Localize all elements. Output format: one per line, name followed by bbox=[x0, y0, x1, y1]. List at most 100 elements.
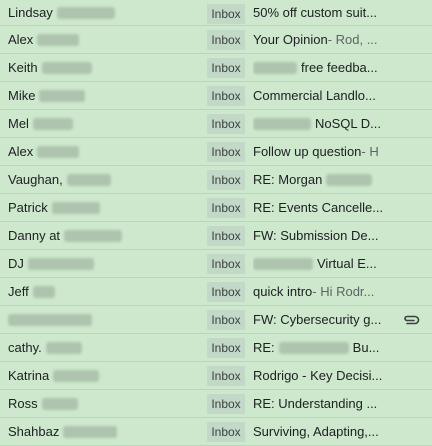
redacted-text bbox=[45, 341, 82, 354]
inbox-label[interactable]: Inbox bbox=[207, 142, 245, 162]
sender-name-text: Mike bbox=[8, 88, 36, 103]
redacted-text bbox=[253, 61, 297, 74]
sender-name-text: Alex bbox=[8, 32, 34, 47]
subject-text: Surviving, Adapting,... bbox=[253, 424, 379, 439]
sender-name: Alex bbox=[8, 138, 80, 165]
sender-name-text: cathy. bbox=[8, 340, 42, 355]
inbox-label[interactable]: Inbox bbox=[207, 366, 245, 386]
subject-text: 50% off custom suit... bbox=[253, 5, 378, 20]
sender-name: Mel bbox=[8, 110, 73, 137]
subject-text: Follow up question bbox=[253, 144, 362, 159]
email-row[interactable]: Danny at Inbox FW: Submission De... bbox=[0, 222, 432, 250]
inbox-label[interactable]: Inbox bbox=[207, 114, 245, 134]
inbox-label[interactable]: Inbox bbox=[207, 338, 245, 358]
redacted-text bbox=[64, 229, 123, 242]
inbox-label[interactable]: Inbox bbox=[207, 198, 245, 218]
redacted-text bbox=[253, 117, 311, 130]
sender-name: Danny at bbox=[8, 222, 123, 249]
subject-line: quick intro - Hi Rodr... bbox=[253, 278, 397, 305]
sender-name: Katrina bbox=[8, 362, 100, 389]
sender-name-text: Patrick bbox=[8, 200, 48, 215]
inbox-label[interactable]: Inbox bbox=[207, 282, 245, 302]
sender-name: cathy. bbox=[8, 334, 82, 361]
sender-name-text: Jeff bbox=[8, 284, 29, 299]
subject-line: RE: Understanding ... bbox=[253, 390, 397, 417]
email-row[interactable]: Ross Inbox RE: Understanding ... bbox=[0, 390, 432, 418]
sender-name-text: Katrina bbox=[8, 368, 50, 383]
redacted-text bbox=[32, 117, 73, 130]
sender-name: Keith bbox=[8, 54, 92, 81]
inbox-label[interactable]: Inbox bbox=[207, 310, 245, 330]
subject-line: NoSQL D... bbox=[253, 110, 397, 137]
inbox-label[interactable]: Inbox bbox=[207, 58, 245, 78]
sender-name: DJ bbox=[8, 250, 94, 277]
sender-name-text: Ross bbox=[8, 396, 38, 411]
redacted-text bbox=[41, 397, 78, 410]
email-row[interactable]: Alex Inbox Your Opinion - Rod, ... bbox=[0, 26, 432, 54]
subject-line: free feedba... bbox=[253, 54, 397, 81]
paperclip-icon[interactable] bbox=[402, 306, 420, 333]
subject-line: Surviving, Adapting,... bbox=[253, 418, 397, 445]
inbox-label[interactable]: Inbox bbox=[207, 254, 245, 274]
subject-text: RE: Events Cancelle... bbox=[253, 200, 384, 215]
subject-line: FW: Submission De... bbox=[253, 222, 397, 249]
inbox-label[interactable]: Inbox bbox=[207, 226, 245, 246]
redacted-text bbox=[51, 201, 100, 214]
email-row[interactable]: Keith Inbox free feedba... bbox=[0, 54, 432, 82]
email-row[interactable]: Vaughan, Inbox RE: Morgan bbox=[0, 166, 432, 194]
email-row[interactable]: Mike Inbox Commercial Landlo... bbox=[0, 82, 432, 110]
email-row[interactable]: Mel Inbox NoSQL D... bbox=[0, 110, 432, 138]
sender-name-text: Lindsay bbox=[8, 5, 53, 20]
subject-line: FW: Cybersecurity g... bbox=[253, 306, 397, 333]
email-row[interactable]: Shahbaz Inbox Surviving, Adapting,... bbox=[0, 418, 432, 446]
snippet-text: - H bbox=[361, 144, 379, 159]
sender-name-text: Vaughan, bbox=[8, 172, 63, 187]
sender-name: Lindsay bbox=[8, 0, 115, 25]
subject-line: RE: Morgan bbox=[253, 166, 397, 193]
snippet-text: - Rod, ... bbox=[327, 32, 378, 47]
sender-name: Alex bbox=[8, 26, 80, 53]
redacted-text bbox=[253, 257, 313, 270]
sender-name: Mike bbox=[8, 82, 86, 109]
redacted-text bbox=[56, 6, 115, 19]
inbox-label[interactable]: Inbox bbox=[207, 30, 245, 50]
redacted-text bbox=[66, 173, 111, 186]
redacted-text bbox=[27, 257, 94, 270]
inbox-label[interactable]: Inbox bbox=[207, 86, 245, 106]
sender-name-text: Alex bbox=[8, 144, 34, 159]
sender-name: Shahbaz bbox=[8, 418, 118, 445]
subject-line: Commercial Landlo... bbox=[253, 82, 397, 109]
email-list: Lindsay Inbox 50% off custom suit... Alex In… bbox=[0, 0, 432, 446]
subject-line: RE: Events Cancelle... bbox=[253, 194, 397, 221]
snippet-text: - Hi Rodr... bbox=[312, 284, 375, 299]
email-row[interactable]: Katrina Inbox Rodrigo - Key Decisi... bbox=[0, 362, 432, 390]
subject-text: Virtual E... bbox=[317, 256, 377, 271]
subject-text: FW: Submission De... bbox=[253, 228, 379, 243]
email-row[interactable]: Lindsay Inbox 50% off custom suit... bbox=[0, 0, 432, 26]
subject-line: Your Opinion - Rod, ... bbox=[253, 26, 397, 53]
inbox-label[interactable]: Inbox bbox=[207, 170, 245, 190]
sender-name-text: Keith bbox=[8, 60, 38, 75]
subject-text: RE: Understanding ... bbox=[253, 396, 378, 411]
inbox-label[interactable]: Inbox bbox=[207, 394, 245, 414]
redacted-text bbox=[32, 285, 55, 298]
sender-name: Ross bbox=[8, 390, 78, 417]
subject-text: Commercial Landlo... bbox=[253, 88, 376, 103]
redacted-text bbox=[63, 425, 118, 438]
subject-line: RE: Bu... bbox=[253, 334, 397, 361]
sender-name-text: Mel bbox=[8, 116, 29, 131]
email-row[interactable]: Inbox FW: Cybersecurity g... bbox=[0, 306, 432, 334]
redacted-text bbox=[41, 61, 92, 74]
email-row[interactable]: Patrick Inbox RE: Events Cancelle... bbox=[0, 194, 432, 222]
sender-name: Patrick bbox=[8, 194, 100, 221]
email-row[interactable]: cathy. Inbox RE: Bu... bbox=[0, 334, 432, 362]
subject-text: Your Opinion bbox=[253, 32, 328, 47]
subject-line: Follow up question - H bbox=[253, 138, 397, 165]
email-row[interactable]: Alex Inbox Follow up question - H bbox=[0, 138, 432, 166]
inbox-label[interactable]: Inbox bbox=[207, 4, 245, 24]
email-row[interactable]: Jeff Inbox quick intro - Hi Rodr... bbox=[0, 278, 432, 306]
email-row[interactable]: DJ Inbox Virtual E... bbox=[0, 250, 432, 278]
subject-text: FW: Cybersecurity g... bbox=[253, 312, 382, 327]
inbox-label[interactable]: Inbox bbox=[207, 422, 245, 442]
subject-text: Rodrigo - Key Decisi... bbox=[253, 368, 383, 383]
